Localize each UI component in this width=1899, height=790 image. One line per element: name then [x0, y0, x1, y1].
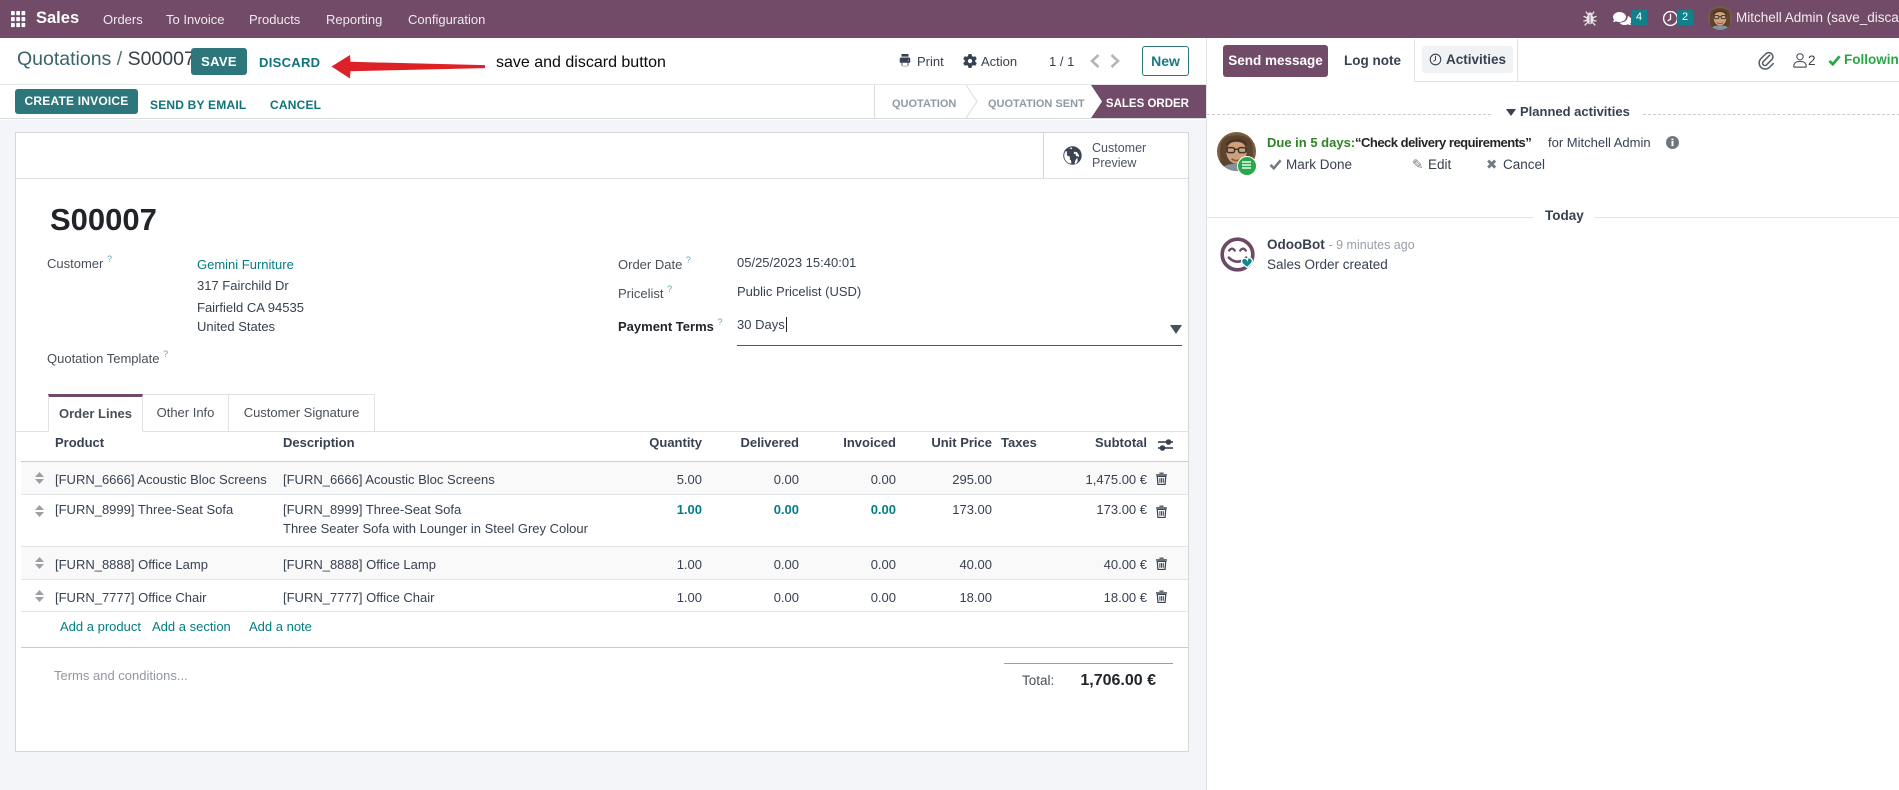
svg-text:SALES ORDER: SALES ORDER	[1106, 98, 1190, 110]
svg-text:QUOTATION: QUOTATION	[892, 98, 956, 110]
svg-text:QUOTATION SENT: QUOTATION SENT	[988, 98, 1085, 110]
